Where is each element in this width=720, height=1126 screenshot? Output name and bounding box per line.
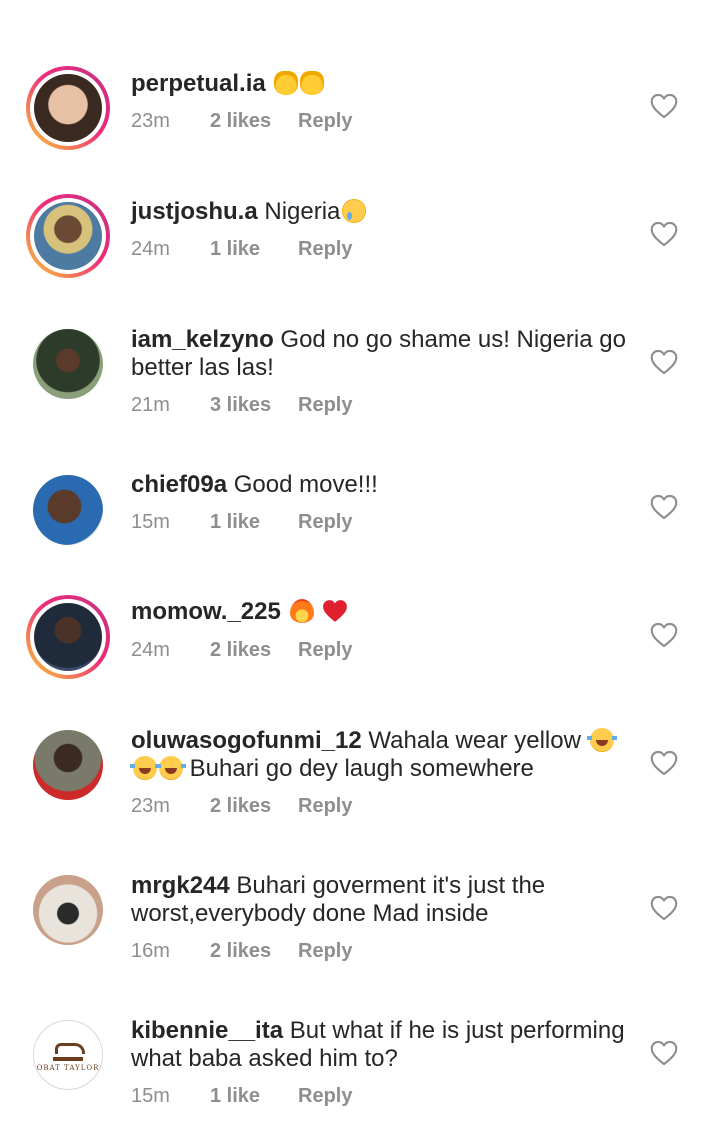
avatar[interactable] — [26, 595, 110, 679]
heart-outline-icon[interactable] — [650, 494, 678, 520]
comment-likes[interactable]: 1 like — [210, 511, 298, 534]
heart-outline-icon[interactable] — [650, 750, 678, 776]
heart-outline-icon[interactable] — [650, 221, 678, 247]
avatar[interactable] — [26, 194, 110, 278]
reply-button[interactable]: Reply — [298, 795, 352, 818]
fire-icon — [289, 599, 314, 623]
tears-of-joy-icon — [130, 756, 160, 780]
heart-outline-icon[interactable] — [650, 1040, 678, 1066]
comment-username[interactable]: justjoshu.a — [131, 198, 258, 225]
comment-likes[interactable]: 2 likes — [210, 639, 298, 662]
comment-likes[interactable]: 1 like — [210, 238, 298, 261]
sewing-machine-icon — [53, 1041, 85, 1061]
comment-time: 23m — [131, 795, 170, 817]
comment-text: Wahala wear yellow — [368, 727, 581, 754]
avatar[interactable] — [26, 868, 110, 952]
comment-meta: 24m 1 like Reply — [131, 238, 352, 261]
comment-body: kibennie__ita But what if he is just per… — [131, 1017, 631, 1073]
comment-username[interactable]: momow._225 — [131, 598, 281, 625]
comment-body: justjoshu.a Nigeria — [131, 198, 631, 226]
comment-text: Buhari go dey laugh somewhere — [189, 755, 534, 782]
comment-time: 23m — [131, 110, 170, 132]
comment-username[interactable]: chief09a — [131, 471, 227, 498]
comment-likes[interactable]: 3 likes — [210, 394, 298, 417]
comment-likes[interactable]: 2 likes — [210, 940, 298, 963]
raising-hands-icon — [274, 71, 299, 95]
logo-text: OBAT TAYLOR — [36, 1063, 100, 1072]
heart-outline-icon[interactable] — [650, 93, 678, 119]
avatar[interactable] — [26, 723, 110, 807]
tears-of-joy-icon — [156, 756, 186, 780]
avatar[interactable] — [26, 66, 110, 150]
crying-face-icon — [342, 199, 367, 223]
avatar[interactable] — [26, 322, 110, 406]
comment-meta: 23m 2 likes Reply — [131, 110, 352, 133]
brand-logo: OBAT TAYLOR — [33, 1020, 103, 1090]
red-heart-icon — [323, 600, 348, 622]
comment-meta: 16m 2 likes Reply — [131, 940, 352, 963]
heart-outline-icon[interactable] — [650, 622, 678, 648]
comment-username[interactable]: iam_kelzyno — [131, 326, 274, 353]
reply-button[interactable]: Reply — [298, 110, 352, 133]
reply-button[interactable]: Reply — [298, 940, 352, 963]
reply-button[interactable]: Reply — [298, 639, 352, 662]
reply-button[interactable]: Reply — [298, 511, 352, 534]
comment-time: 15m — [131, 511, 170, 533]
avatar[interactable] — [26, 468, 110, 552]
reply-button[interactable]: Reply — [298, 394, 352, 417]
raising-hands-icon — [300, 71, 325, 95]
reply-button[interactable]: Reply — [298, 238, 352, 261]
comment-username[interactable]: mrgk244 — [131, 872, 230, 899]
comment-body: momow._225 — [131, 598, 631, 626]
avatar[interactable]: OBAT TAYLOR — [26, 1013, 110, 1097]
reply-button[interactable]: Reply — [298, 1085, 352, 1108]
heart-outline-icon[interactable] — [650, 895, 678, 921]
tears-of-joy-icon — [586, 728, 617, 752]
heart-outline-icon[interactable] — [650, 349, 678, 375]
comment-body: oluwasogofunmi_12 Wahala wear yellow Buh… — [130, 727, 631, 783]
comment-likes[interactable]: 2 likes — [210, 110, 298, 133]
comment-body: mrgk244 Buhari goverment it's just the w… — [131, 872, 631, 928]
comment-time: 16m — [131, 940, 170, 962]
comment-time: 15m — [131, 1085, 170, 1107]
comment-username[interactable]: perpetual.ia — [131, 70, 266, 97]
comment-text: Good move!!! — [233, 471, 378, 498]
comment-time: 21m — [131, 394, 170, 416]
comment-text: Nigeria — [264, 198, 341, 225]
comment-body: chief09a Good move!!! — [131, 471, 631, 499]
comment-body: iam_kelzyno God no go shame us! Nigeria … — [131, 326, 631, 382]
comment-username[interactable]: kibennie__ita — [131, 1017, 283, 1044]
comment-meta: 15m 1 like Reply — [131, 1085, 352, 1108]
comment-time: 24m — [131, 238, 170, 260]
comment-meta: 21m 3 likes Reply — [131, 394, 352, 417]
comment-meta: 24m 2 likes Reply — [131, 639, 352, 662]
comment-likes[interactable]: 2 likes — [210, 795, 298, 818]
comment-likes[interactable]: 1 like — [210, 1085, 298, 1108]
comment-username[interactable]: oluwasogofunmi_12 — [131, 727, 362, 754]
comment-meta: 15m 1 like Reply — [131, 511, 352, 534]
comment-time: 24m — [131, 639, 170, 661]
comment-meta: 23m 2 likes Reply — [131, 795, 352, 818]
comment-body: perpetual.ia — [131, 70, 631, 98]
